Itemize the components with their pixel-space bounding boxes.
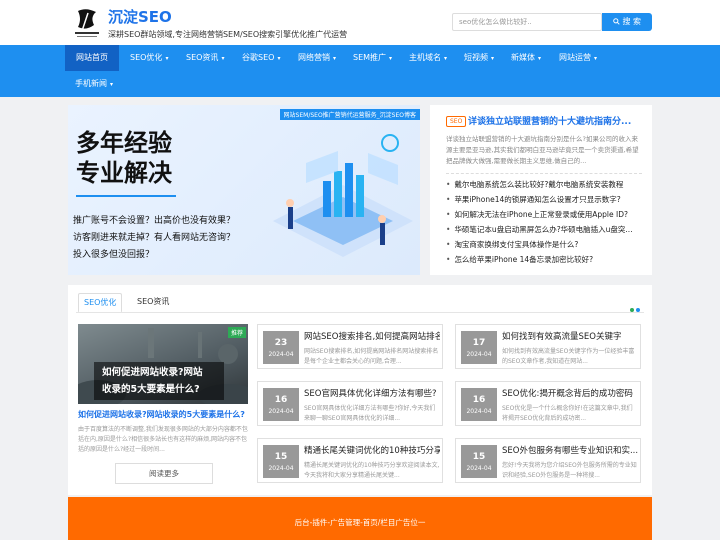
article-card[interactable]: 23 2024-04 网站SEO搜索排名,如何提高网站排名 网站SEO搜索排名,如… — [257, 324, 443, 369]
dot-icon[interactable] — [636, 308, 640, 312]
footer-ad-links[interactable]: 后台-插件-广告管理-首页/栏目广告位一 — [68, 517, 652, 528]
list-item[interactable]: 如何解决无法在iPhone上正常登录或使用Apple ID? — [446, 207, 646, 222]
featured-panel: SEO 详谈独立站联盟营销的十大避坑指南分... 详谈独立站联盟营销的十大避坑指… — [430, 105, 652, 275]
date-badge: 17 2024-04 — [461, 331, 497, 364]
carousel-dots[interactable] — [628, 301, 640, 315]
site-description: 深耕SEO群站领域,专注网络营销SEM/SEO搜索引擎优化推广代运营 — [108, 30, 348, 39]
article-card[interactable]: 17 2024-04 如何找到有效高流量SEO关键字 如何找到有效高流量SEO关键… — [455, 324, 641, 369]
nav-item-seo[interactable]: SEO优化 ▾ — [130, 45, 168, 71]
list-item[interactable]: 戴尔电脑系统怎么装比较好?戴尔电脑系统安装教程 — [446, 177, 646, 192]
chevron-down-icon: ▾ — [333, 55, 337, 62]
banner-question: 投入很多但没回报？ — [73, 250, 155, 260]
divider — [446, 173, 642, 174]
article-summary: 您好!今天我将为您介绍SEO外包服务所需的专业知识和经验,SEO外包服务是一种将… — [502, 462, 637, 479]
banner-question: 推广账号不会设置？出高价也没有效果？ — [73, 216, 236, 226]
article-summary: SEO官网具体优化详细方法有哪些?你好,今天我们来聊一聊SEO官网具体优化的详细… — [304, 405, 436, 422]
article-title[interactable]: SEO官网具体优化详细方法有哪些? — [304, 387, 440, 399]
nav-item-marketing[interactable]: 网络营销 ▾ — [298, 45, 336, 71]
article-title[interactable]: SEO外包服务有哪些专业知识和实... — [502, 444, 638, 456]
recommend-badge: 推荐 — [227, 327, 246, 338]
banner-divider — [76, 195, 176, 197]
dot-icon[interactable] — [630, 308, 634, 312]
search-button[interactable]: 搜 索 — [602, 13, 652, 31]
nav-item-mobile-news[interactable]: 手机新闻 ▾ — [75, 71, 113, 97]
date-badge: 16 2024-04 — [263, 388, 299, 421]
article-summary: SEO优化是一个什么概念你好!在这篇文章中,我们将揭开SEO优化背后的成功密..… — [502, 405, 633, 422]
featured-title[interactable]: 详谈独立站联盟营销的十大避坑指南分... — [468, 114, 643, 127]
banner-question: 访客刚进来就走掉？有人看网站无咨询？ — [73, 233, 236, 243]
date-badge: 15 2024-04 — [263, 445, 299, 478]
nav-item-short-video[interactable]: 短视频 ▾ — [464, 45, 494, 71]
thumbnail-caption: 如何促进网站收录?网站 收录的5大要素是什么? — [94, 362, 224, 400]
chevron-down-icon: ▾ — [165, 55, 169, 62]
nav-item-sem[interactable]: SEM推广 ▾ — [353, 45, 392, 71]
date-badge: 23 2024-04 — [263, 331, 299, 364]
footer-ad-banner[interactable]: 后台-插件-广告管理-首页/栏目广告位一 — [68, 497, 652, 540]
date-badge: 16 2024-04 — [461, 388, 497, 421]
banner-headline: 专业解决 — [76, 159, 172, 187]
banner-slider[interactable]: 网站SEM/SEO推广营销代运营服务_沉淀SEO博客 多年经验 专业解决 推广账… — [68, 105, 420, 275]
tab-divider — [76, 312, 644, 313]
nav-item-google-seo[interactable]: 谷歌SEO ▾ — [242, 45, 280, 71]
category-badge[interactable]: SEO — [446, 116, 467, 127]
article-card[interactable]: 15 2024-04 SEO外包服务有哪些专业知识和实... 您好!今天我将为您介… — [455, 438, 641, 483]
chevron-down-icon: ▾ — [221, 55, 225, 62]
article-summary: 精通长尾关键词优化的10种技巧分享欢迎阅读本文,今天我将和大家分享精通长尾关键.… — [304, 462, 440, 479]
featured-list: 戴尔电脑系统怎么装比较好?戴尔电脑系统安装教程 苹果iPhone14的锁屏通知怎… — [446, 177, 646, 267]
list-item[interactable]: 淘宝商家换绑支付宝具体操作是什么? — [446, 237, 646, 252]
post-title[interactable]: 如何促进网站收录?网站收录的5大要素是什么? — [78, 409, 250, 420]
nav-item-new-media[interactable]: 新媒体 ▾ — [511, 45, 541, 71]
chevron-down-icon: ▾ — [389, 55, 393, 62]
nav-item-site-ops[interactable]: 网站运营 ▾ — [559, 45, 597, 71]
site-header: 沉淀SEO 深耕SEO群站领域,专注网络营销SEM/SEO搜索引擎优化推广代运营… — [0, 0, 720, 45]
article-card[interactable]: 16 2024-04 SEO官网具体优化详细方法有哪些? SEO官网具体优化详细方… — [257, 381, 443, 426]
featured-summary: 详谈独立站联盟营销的十大避坑指南分别是什么?如果公司的收入来源主要是亚马逊,其实… — [446, 135, 639, 165]
search-icon — [613, 18, 620, 25]
read-more-button[interactable]: 阅读更多 — [115, 463, 213, 484]
post-thumbnail[interactable]: 推荐 如何促进网站收录?网站 收录的5大要素是什么? — [78, 324, 248, 404]
chevron-down-icon: ▾ — [277, 55, 281, 62]
list-item[interactable]: 苹果iPhone14的锁屏通知怎么设置才只显示数字? — [446, 192, 646, 207]
article-title[interactable]: 精通长尾关键词优化的10种技巧分享 — [304, 444, 440, 456]
tab-seo-news[interactable]: SEO资讯 — [132, 293, 174, 313]
chevron-down-icon: ▾ — [444, 55, 448, 62]
nav-item-seo-news[interactable]: SEO资讯 ▾ — [186, 45, 224, 71]
article-summary: 网站SEO搜索排名,如何提高网站排名网站搜索排名是每个企业主都会关心的问题,合理… — [304, 348, 439, 365]
chevron-down-icon: ▾ — [538, 55, 542, 62]
isometric-data-illustration — [273, 134, 413, 257]
content-section: SEO优化 SEO资讯 推荐 如何促进网站收录?网站 收录的5大要素是什么? 如… — [68, 285, 652, 495]
chevron-down-icon: ▾ — [491, 55, 495, 62]
search-button-label: 搜 索 — [622, 17, 642, 26]
site-title[interactable]: 沉淀SEO — [108, 6, 172, 27]
post-summary: 由于百度算法的不断调整,我们发现很多网站的大部分内容都不包括在内,原因是什么?相… — [78, 426, 248, 453]
article-title[interactable]: 网站SEO搜索排名,如何提高网站排名 — [304, 330, 440, 342]
banner-tag: 网站SEM/SEO推广营销代运营服务_沉淀SEO博客 — [279, 109, 420, 120]
main-nav: 网站首页 SEO优化 ▾ SEO资讯 ▾ 谷歌SEO ▾ 网络营销 ▾ SEM推广 ▾ 主… — [0, 45, 720, 97]
nav-item-hosting[interactable]: 主机域名 ▾ — [409, 45, 447, 71]
chevron-down-icon: ▾ — [594, 55, 598, 62]
chevron-down-icon: ▾ — [110, 81, 114, 88]
brush-logo-icon[interactable] — [72, 5, 102, 39]
list-item[interactable]: 怎么给苹果iPhone 14备忘录加密比较好? — [446, 252, 646, 267]
nav-item-home[interactable]: 网站首页 — [65, 45, 119, 71]
article-title[interactable]: 如何找到有效高流量SEO关键字 — [502, 330, 638, 342]
tab-seo-optimization[interactable]: SEO优化 — [78, 293, 123, 313]
article-card[interactable]: 15 2024-04 精通长尾关键词优化的10种技巧分享 精通长尾关键词优化的10… — [257, 438, 443, 483]
list-item[interactable]: 华硕笔记本u盘启动黑屏怎么办?华硕电脑插入u盘突... — [446, 222, 646, 237]
search-input[interactable]: seo优化怎么做比较好.. — [452, 13, 602, 31]
article-summary: 如何找到有效高流量SEO关键字作为一位经验丰富的SEO文章作者,我知道在网站..… — [502, 348, 635, 365]
article-card[interactable]: 16 2024-04 SEO优化:揭开概念背后的成功密码 SEO优化是一个什么概念… — [455, 381, 641, 426]
date-badge: 15 2024-04 — [461, 445, 497, 478]
article-title[interactable]: SEO优化:揭开概念背后的成功密码 — [502, 387, 638, 399]
